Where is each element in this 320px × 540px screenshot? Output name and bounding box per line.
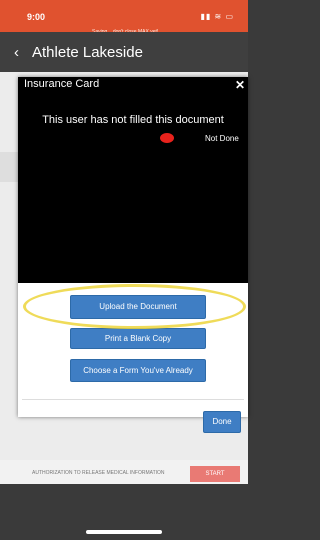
back-chevron-icon[interactable]: ‹ [14, 44, 19, 61]
empty-document-message: This user has not filled this document [42, 114, 224, 126]
status-label: Not Done [205, 134, 239, 143]
signal-wifi-battery-icon: ▮▮ ≋ ▭ [200, 12, 234, 21]
home-indicator[interactable] [86, 530, 162, 534]
close-icon[interactable]: ✕ [235, 78, 245, 92]
done-button[interactable]: Done [203, 411, 241, 433]
insurance-card-modal: Insurance Card ✕ This user has not fille… [18, 77, 248, 433]
print-blank-copy-button[interactable]: Print a Blank Copy [70, 328, 206, 349]
document-row-label: AUTHORIZATION TO RELEASE MEDICAL INFORMA… [32, 470, 165, 476]
status-dot-icon [160, 133, 174, 143]
page-title: Athlete Lakeside [32, 44, 143, 61]
clock: 9:00 [27, 12, 46, 22]
modal-header-area [18, 77, 248, 283]
modal-divider [22, 399, 244, 400]
highlight-annotation [23, 284, 246, 329]
modal-title: Insurance Card [24, 78, 100, 90]
choose-form-button[interactable]: Choose a Form You've Already [70, 359, 206, 382]
start-button[interactable]: START [190, 466, 240, 482]
status-bar: 9:00 Saving... don't close MAX yet! ▮▮ ≋… [0, 0, 248, 35]
